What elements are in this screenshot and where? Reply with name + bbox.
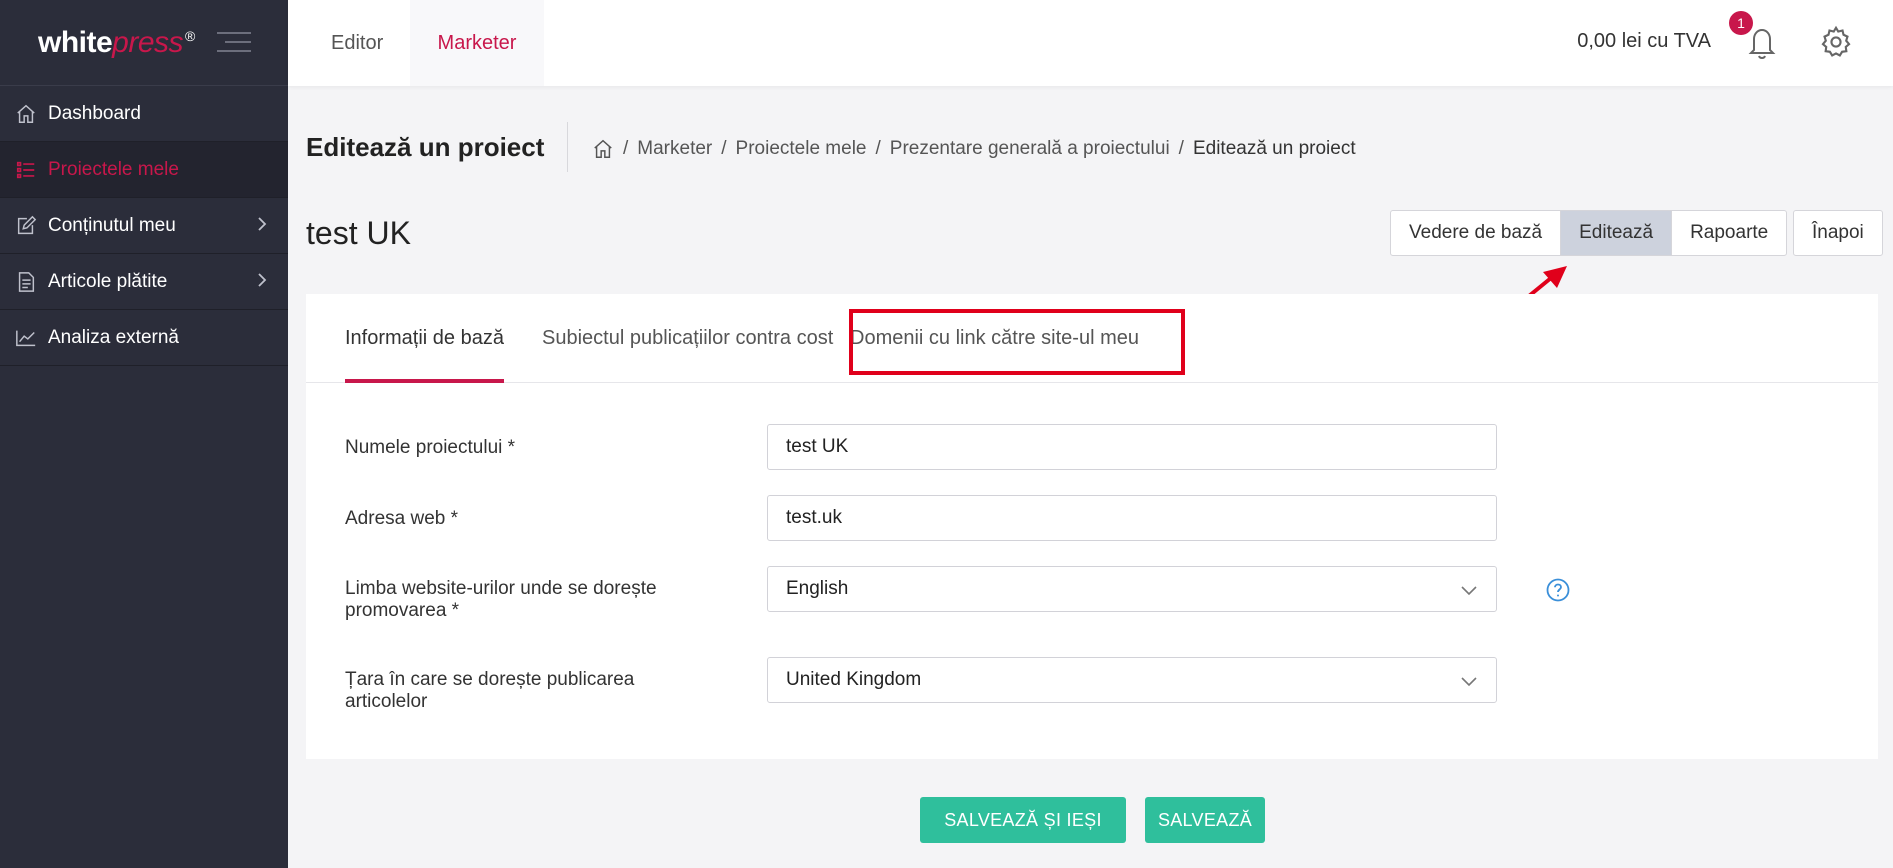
sidebar: whitepress ® Dashboard Proiectele mele Co… [0, 0, 288, 868]
web-address-label: Adresa web * [345, 508, 459, 529]
project-name: test UK [306, 215, 411, 251]
breadcrumb-projects[interactable]: Proiectele mele [736, 138, 867, 160]
breadcrumb: / Marketer / Proiectele mele / Prezentar… [592, 138, 1356, 160]
balance: 0,00 lei cu TVA [1577, 30, 1711, 52]
save-button[interactable]: SALVEAZĂ [1145, 797, 1265, 843]
country-label: Țara în care se dorește publicarea artic… [345, 669, 635, 712]
breadcrumb-current: Editează un proiect [1192, 138, 1356, 159]
form-tabs: Informații de bază Subiectul publicațiil… [306, 294, 1878, 383]
chart-icon [14, 326, 38, 350]
view-button-group: Vedere de bază Editează Rapoarte [1390, 210, 1788, 256]
sidebar-item-label: Conținutul meu [48, 214, 176, 236]
web-address-value: test.uk [786, 507, 842, 528]
logo[interactable]: whitepress ® [38, 26, 195, 60]
project-name-value: test UK [786, 436, 849, 457]
project-name-label: Numele proiectului * [345, 437, 516, 458]
breadcrumb-separator: / [721, 138, 727, 159]
sidebar-item-projects[interactable]: Proiectele mele [0, 142, 288, 198]
project-name-input[interactable]: test UK [767, 424, 1497, 470]
list-icon [14, 158, 38, 182]
breadcrumb-separator: / [1178, 138, 1184, 159]
logo-area: whitepress ® [0, 0, 288, 86]
sidebar-item-content[interactable]: Conținutul meu [0, 198, 288, 254]
home-icon[interactable] [592, 138, 614, 160]
document-icon [14, 270, 38, 294]
sidebar-item-label: Articole plătite [48, 270, 168, 292]
project-form-card: Informații de bază Subiectul publicațiil… [306, 294, 1878, 868]
tab-basic-info[interactable]: Informații de bază [345, 294, 504, 383]
sidebar-item-external-analysis[interactable]: Analiza externă [0, 310, 288, 366]
page-title: Editează un proiect [306, 132, 545, 162]
annotation-highlight-box [849, 309, 1185, 375]
hamburger-icon[interactable] [217, 32, 251, 59]
chevron-down-icon [1461, 586, 1477, 596]
breadcrumb-overview[interactable]: Prezentare generală a proiectului [890, 138, 1170, 160]
chevron-right-icon [258, 217, 267, 231]
tab-editor[interactable]: Editor [306, 0, 408, 86]
country-select[interactable]: United Kingdom [767, 657, 1497, 703]
breadcrumb-separator: / [875, 138, 881, 159]
basic-view-button[interactable]: Vedere de bază [1391, 211, 1562, 255]
chevron-right-icon [258, 273, 267, 287]
sidebar-item-label: Analiza externă [48, 326, 179, 348]
save-exit-button[interactable]: SALVEAZĂ ȘI IEȘI [920, 797, 1126, 843]
sidebar-item-paid-articles[interactable]: Articole plătite [0, 254, 288, 310]
logo-accent: press [112, 25, 184, 59]
home-icon [14, 102, 38, 126]
language-select[interactable]: English [767, 566, 1497, 612]
breadcrumb-separator: / [623, 138, 629, 159]
tab-marketer[interactable]: Marketer [410, 0, 544, 86]
language-value: English [786, 578, 849, 599]
breadcrumb-marketer[interactable]: Marketer [637, 138, 712, 160]
logo-reg: ® [185, 27, 195, 44]
reports-button[interactable]: Rapoarte [1672, 211, 1786, 255]
gear-icon[interactable] [1819, 25, 1853, 59]
sidebar-item-dashboard[interactable]: Dashboard [0, 86, 288, 142]
logo-main: white [38, 25, 113, 59]
web-address-input[interactable]: test.uk [767, 495, 1497, 541]
chevron-down-icon [1461, 677, 1477, 687]
notification-badge: 1 [1729, 11, 1753, 35]
help-icon[interactable] [1546, 578, 1570, 602]
back-button[interactable]: Înapoi [1793, 210, 1883, 256]
country-value: United Kingdom [786, 669, 922, 690]
header-divider [567, 122, 568, 172]
edit-button[interactable]: Editează [1561, 211, 1673, 255]
tab-paid-topics[interactable]: Subiectul publicațiilor contra cost [542, 294, 833, 383]
sidebar-item-label: Dashboard [48, 102, 141, 124]
sidebar-item-label: Proiectele mele [48, 158, 179, 180]
topbar: Editor Marketer 0,00 lei cu TVA 1 [288, 0, 1893, 86]
edit-icon [14, 214, 38, 238]
language-label: Limba website-urilor unde se dorește pro… [345, 578, 657, 621]
